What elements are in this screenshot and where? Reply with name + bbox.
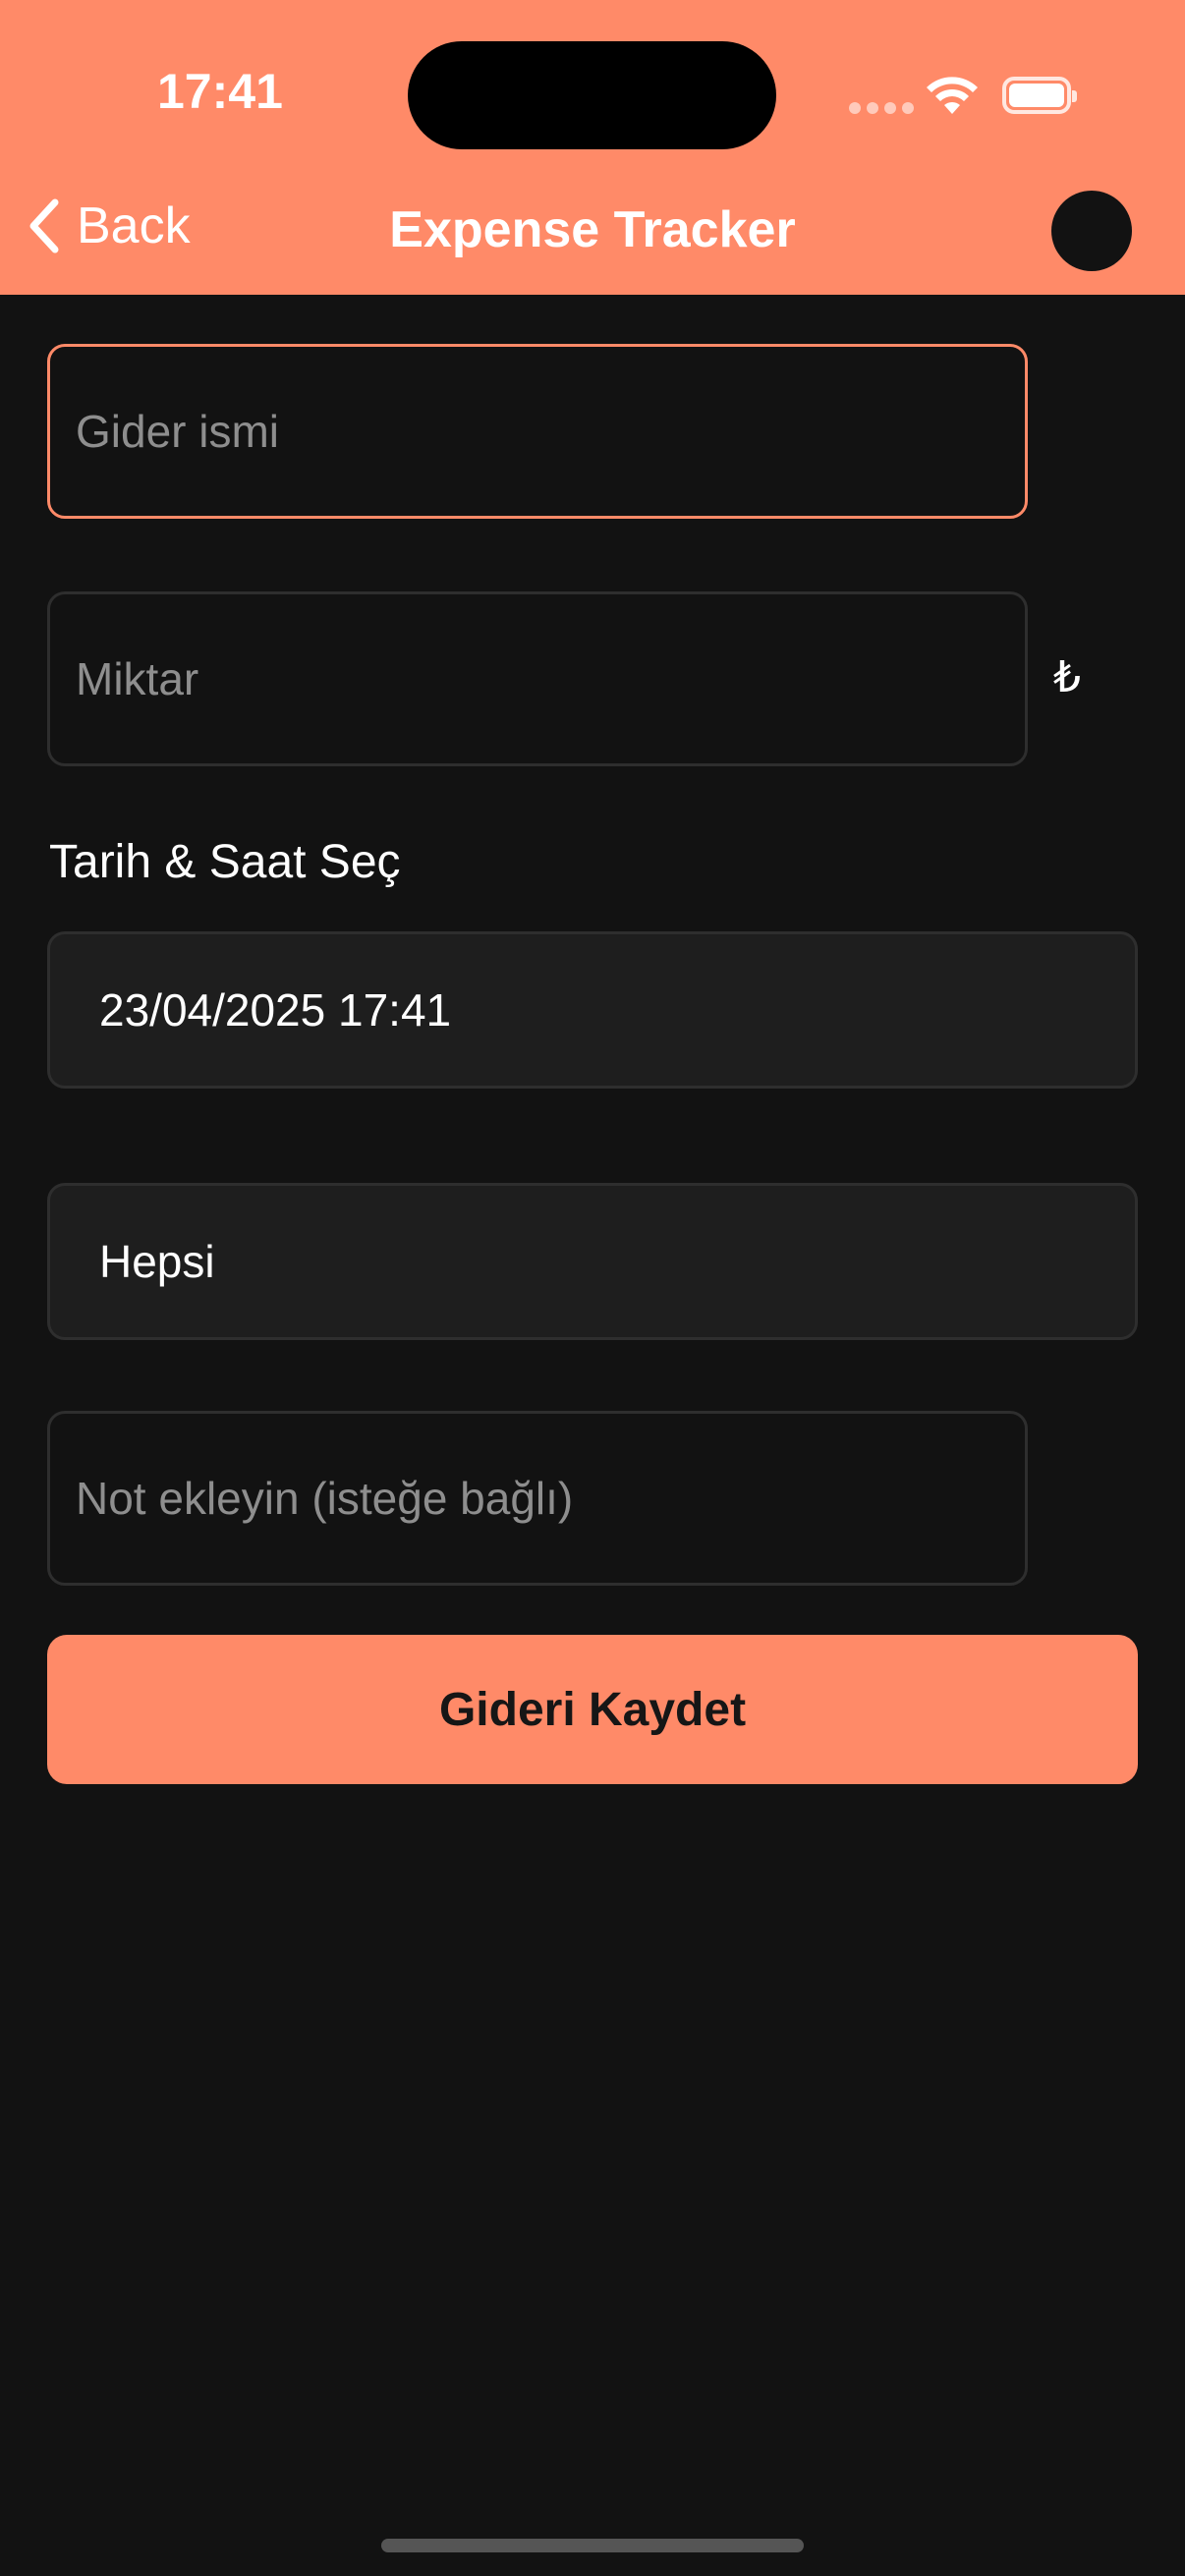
- cellular-signal-icon: [849, 102, 914, 114]
- expense-name-input[interactable]: Gider ismi: [47, 344, 1028, 519]
- note-placeholder: Not ekleyin (isteğe bağlı): [76, 1473, 574, 1524]
- wifi-icon: [927, 77, 978, 114]
- datetime-label: Tarih & Saat Seç: [49, 836, 401, 888]
- amount-placeholder: Miktar: [76, 653, 199, 704]
- expense-name-placeholder: Gider ismi: [76, 406, 280, 457]
- dynamic-island: [408, 41, 776, 149]
- battery-icon: [1002, 77, 1077, 114]
- save-expense-button[interactable]: Gideri Kaydet: [47, 1635, 1138, 1784]
- status-time: 17:41: [157, 64, 283, 119]
- category-value: Hepsi: [99, 1236, 215, 1287]
- datetime-picker[interactable]: 23/04/2025 17:41: [47, 931, 1138, 1089]
- note-input[interactable]: Not ekleyin (isteğe bağlı): [47, 1411, 1028, 1586]
- home-indicator: [381, 2539, 804, 2552]
- page-title: Expense Tracker: [389, 201, 796, 258]
- currency-symbol: ₺: [1053, 653, 1081, 701]
- expense-form-screen: 17:41 Back Expense Tracker Gider ismi Mi…: [0, 0, 1185, 2576]
- category-picker[interactable]: Hepsi: [47, 1183, 1138, 1340]
- avatar[interactable]: [1051, 191, 1132, 271]
- amount-input[interactable]: Miktar: [47, 591, 1028, 766]
- app-header: 17:41 Back Expense Tracker: [0, 0, 1185, 295]
- datetime-value: 23/04/2025 17:41: [99, 984, 452, 1036]
